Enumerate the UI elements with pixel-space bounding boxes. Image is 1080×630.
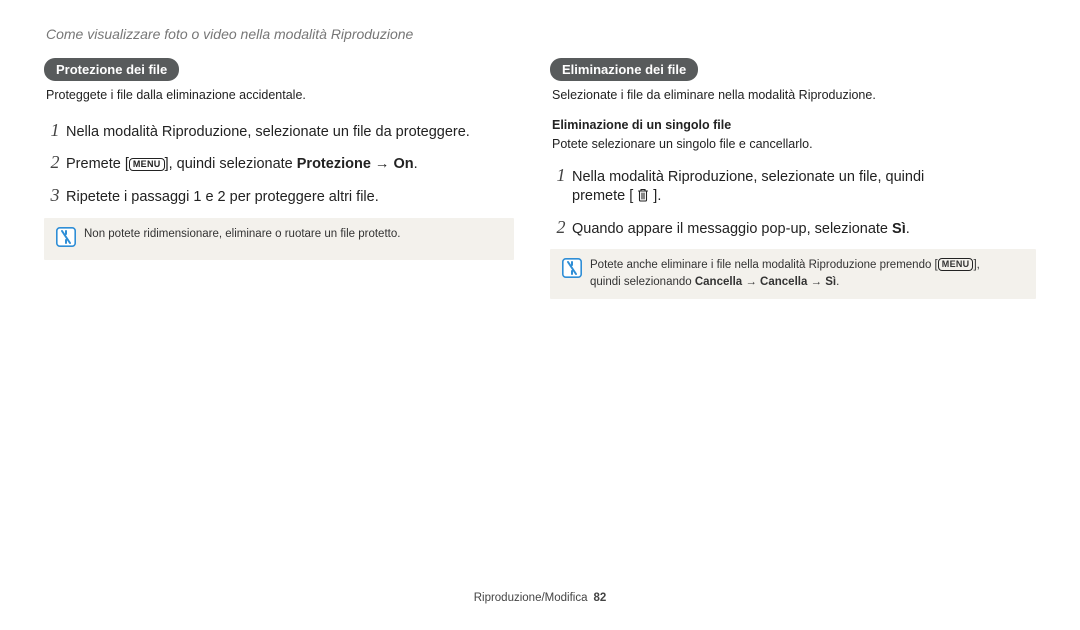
- columns: Protezione dei file Proteggete i file da…: [44, 58, 1036, 592]
- column-left: Protezione dei file Proteggete i file da…: [44, 58, 540, 592]
- note-text: Non potete ridimensionare, eliminare o r…: [84, 226, 400, 243]
- delete-step-1: 1 Nella modalità Riproduzione, seleziona…: [550, 163, 1036, 207]
- menu-icon: MENU: [129, 158, 165, 171]
- protect-step-1: 1 Nella modalità Riproduzione, seleziona…: [44, 118, 514, 143]
- delete-single-intro: Potete selezionare un singolo file e can…: [552, 136, 1036, 153]
- note-icon: [56, 227, 76, 252]
- note-text: Potete anche eliminare i file nella moda…: [590, 257, 980, 290]
- section-pill-protect: Protezione dei file: [44, 58, 179, 81]
- step-text: Premete [MENU], quindi selezionate Prote…: [66, 155, 514, 175]
- text: premete [: [572, 188, 637, 204]
- step-text: Ripetete i passaggi 1 e 2 per proteggere…: [66, 188, 514, 208]
- note-box-delete: Potete anche eliminare i file nella moda…: [550, 249, 1036, 298]
- section-pill-delete: Eliminazione dei file: [550, 58, 698, 81]
- step-text: Quando appare il messaggio pop-up, selez…: [572, 220, 1036, 240]
- text: ].: [649, 188, 661, 204]
- document-page: Come visualizzare foto o video nella mod…: [0, 0, 1080, 630]
- text: ],: [973, 259, 979, 271]
- protect-steps: 1 Nella modalità Riproduzione, seleziona…: [44, 118, 514, 208]
- text: quindi selezionando: [590, 276, 695, 288]
- delete-steps: 1 Nella modalità Riproduzione, seleziona…: [550, 163, 1036, 240]
- step-number: 3: [44, 183, 66, 207]
- text: Quando appare il messaggio pop-up, selez…: [572, 221, 892, 237]
- protect-step-3: 3 Ripetete i passaggi 1 e 2 per protegge…: [44, 183, 514, 208]
- bold-text: Sì: [892, 221, 906, 237]
- step-number: 2: [44, 150, 66, 174]
- step-text: Nella modalità Riproduzione, selezionate…: [66, 123, 514, 143]
- page-footer: Riproduzione/Modifica 82: [44, 592, 1036, 606]
- bold-text: Cancella → Cancella → Sì: [695, 276, 836, 288]
- note-icon: [562, 258, 582, 283]
- text: ], quindi selezionate: [165, 156, 297, 172]
- text: Potete anche eliminare i file nella moda…: [590, 259, 938, 271]
- note-box-protect: Non potete ridimensionare, eliminare o r…: [44, 218, 514, 260]
- protect-intro: Proteggete i file dalla eliminazione acc…: [46, 87, 514, 104]
- delete-single-heading: Eliminazione di un singolo file: [552, 118, 1036, 132]
- text: .: [836, 276, 839, 288]
- text: .: [414, 156, 418, 172]
- text: Premete [: [66, 156, 129, 172]
- step-text: Nella modalità Riproduzione, selezionate…: [572, 168, 1036, 207]
- column-right: Eliminazione dei file Selezionate i file…: [540, 58, 1036, 592]
- delete-step-2: 2 Quando appare il messaggio pop-up, sel…: [550, 215, 1036, 240]
- text: Nella modalità Riproduzione, selezionate…: [572, 169, 924, 185]
- step-number: 1: [550, 163, 572, 187]
- bold-text: Protezione → On: [297, 156, 414, 172]
- menu-icon: MENU: [938, 258, 974, 271]
- footer-page-number: 82: [594, 592, 607, 604]
- protect-step-2: 2 Premete [MENU], quindi selezionate Pro…: [44, 150, 514, 175]
- delete-intro: Selezionate i file da eliminare nella mo…: [552, 87, 1036, 104]
- text: .: [906, 221, 910, 237]
- page-title: Come visualizzare foto o video nella mod…: [46, 26, 1036, 42]
- step-number: 1: [44, 118, 66, 142]
- step-number: 2: [550, 215, 572, 239]
- footer-label: Riproduzione/Modifica: [474, 592, 588, 604]
- trash-icon: [637, 188, 649, 202]
